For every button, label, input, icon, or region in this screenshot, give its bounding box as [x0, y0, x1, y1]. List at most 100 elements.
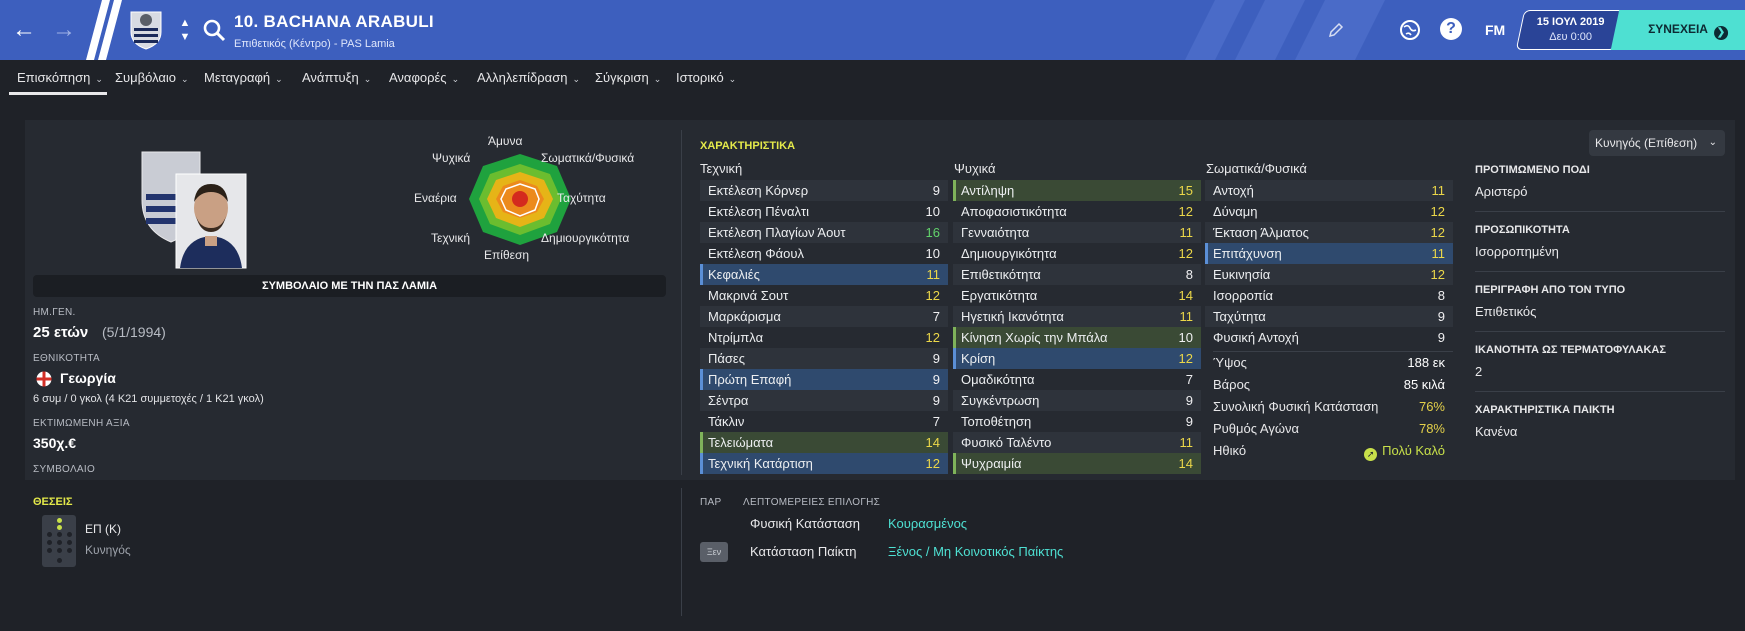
technical-attribute-row[interactable]: Εκτέλεση Πέναλτι 10	[700, 201, 948, 222]
attribute-name: Τεχνική Κατάρτιση	[708, 456, 813, 471]
prev-next-player-arrows[interactable]: ▲ ▼	[178, 16, 192, 46]
personality-label: ΠΡΟΣΩΠΙΚΟΤΗΤΑ	[1475, 224, 1570, 236]
radar-label-physical: Σωματικά/Φυσικά	[541, 151, 635, 165]
mental-attribute-row[interactable]: Αντίληψη 15	[953, 180, 1201, 201]
mental-attribute-row[interactable]: Κρίση 12	[953, 348, 1201, 369]
tab-contract[interactable]: Συμβόλαιο ⌄	[115, 70, 189, 85]
date-display[interactable]: 15 ΙΟΥΛ 2019 Δευ 0:00	[1515, 10, 1625, 50]
attribute-value: 9	[1437, 309, 1445, 324]
mental-attribute-row[interactable]: Ψυχραιμία 14	[953, 453, 1201, 474]
tab-transfer[interactable]: Μεταγραφή ⌄	[204, 70, 283, 85]
mental-attribute-row[interactable]: Εργατικότητα 14	[953, 285, 1201, 306]
physical-attribute-row[interactable]: Ισορροπία 8	[1205, 285, 1453, 306]
attribute-value: 12	[1178, 351, 1193, 366]
nationality-value[interactable]: Γεωργία	[60, 370, 116, 386]
attribute-value: 12	[925, 330, 940, 345]
attribute-name: Εκτέλεση Κόρνερ	[708, 183, 809, 198]
attribute-value: 12	[1430, 204, 1445, 219]
physical-attribute-row[interactable]: Ταχύτητα 9	[1205, 306, 1453, 327]
forward-arrow-icon[interactable]: →	[50, 16, 78, 44]
technical-attribute-row[interactable]: Πρώτη Επαφή 9	[700, 369, 948, 390]
physical-attribute-row[interactable]: Έκταση Άλματος 12	[1205, 222, 1453, 243]
technical-attribute-row[interactable]: Σέντρα 9	[700, 390, 948, 411]
tab-interaction[interactable]: Αλληλεπίδραση ⌄	[477, 70, 580, 85]
attribute-name: Ψυχραιμία	[961, 456, 1022, 471]
physical-attribute-row[interactable]: Ευκινησία 12	[1205, 264, 1453, 285]
fitness-label: Συνολική Φυσική Κατάσταση	[1213, 399, 1379, 414]
weight-row: Βάρος 85 κιλά	[1205, 374, 1453, 396]
mental-attribute-row[interactable]: Τοποθέτηση 9	[953, 411, 1201, 432]
search-icon[interactable]	[202, 18, 226, 42]
attribute-value: 12	[1178, 246, 1193, 261]
technical-attribute-row[interactable]: Πάσες 9	[700, 348, 948, 369]
mental-attribute-row[interactable]: Ηγετική Ικανότητα 11	[953, 306, 1201, 327]
nationality-label: ΕΘΝΙΚΟΤΗΤΑ	[33, 353, 100, 364]
sharpness-value: 78%	[1418, 421, 1445, 436]
mental-attribute-row[interactable]: Δημιουργικότητα 12	[953, 243, 1201, 264]
attribute-value: 11	[1179, 225, 1194, 240]
contract-label: ΣΥΜΒΟΛΑΙΟ	[33, 464, 96, 475]
technical-attribute-row[interactable]: Εκτέλεση Φάουλ 10	[700, 243, 948, 264]
mental-attribute-row[interactable]: Επιθετικότητα 8	[953, 264, 1201, 285]
divider	[681, 130, 682, 475]
tab-development[interactable]: Ανάπτυξη ⌄	[302, 70, 371, 85]
technical-attribute-row[interactable]: Μαρκάρισμα 7	[700, 306, 948, 327]
position-pitch-icon[interactable]	[42, 515, 76, 567]
chevron-down-icon: ⌄	[653, 74, 662, 84]
attribute-value: 12	[925, 456, 940, 471]
technical-attribute-row[interactable]: Κεφαλιές 11	[700, 264, 948, 285]
condition-label: Φυσική Κατάσταση	[750, 516, 860, 531]
morale-row[interactable]: Ηθικό ➚ Πολύ Καλό	[1205, 440, 1453, 462]
physical-attribute-row[interactable]: Φυσική Αντοχή 9	[1205, 327, 1453, 348]
technical-attribute-row[interactable]: Εκτέλεση Πλαγίων Άουτ 16	[700, 222, 948, 243]
player-age: 25 ετών	[33, 324, 89, 341]
selection-col-par: ΠΑΡ	[700, 497, 722, 508]
globe-icon[interactable]	[1398, 18, 1422, 42]
attribute-value: 11	[1179, 435, 1194, 450]
technical-attribute-row[interactable]: Τάκλιν 7	[700, 411, 948, 432]
technical-attribute-row[interactable]: Τεχνική Κατάρτιση 12	[700, 453, 948, 474]
radar-label-aerial: Εναέρια	[414, 191, 457, 205]
pencil-icon[interactable]	[1328, 22, 1344, 38]
technical-attribute-row[interactable]: Τελειώματα 14	[700, 432, 948, 453]
attribute-value: 12	[925, 288, 940, 303]
technical-attribute-row[interactable]: Ντρίμπλα 12	[700, 327, 948, 348]
mental-attribute-row[interactable]: Ομαδικότητα 7	[953, 369, 1201, 390]
tab-overview[interactable]: Επισκόπηση ⌄	[17, 70, 103, 85]
physical-attribute-row[interactable]: Επιτάχυνση 11	[1205, 243, 1453, 264]
fm-logo[interactable]: FM	[1485, 22, 1505, 38]
mental-attribute-row[interactable]: Κίνηση Χωρίς την Μπάλα 10	[953, 327, 1201, 348]
mental-attribute-row[interactable]: Φυσικό Ταλέντο 11	[953, 432, 1201, 453]
player-position-club[interactable]: Επιθετικός (Κέντρο) - PAS Lamia	[234, 38, 395, 50]
continue-button[interactable]: ΣΥΝΕΧΕΙΑ ❯	[1610, 10, 1745, 50]
attribute-name: Ευκινησία	[1213, 267, 1271, 282]
status-value[interactable]: Ξένος / Μη Κοινοτικός Παίκτης	[888, 544, 1063, 559]
help-icon[interactable]: ?	[1440, 18, 1462, 40]
attribute-value: 10	[925, 204, 940, 219]
mental-attributes-list: Αντίληψη 15 Αποφασιστικότητα 12 Γενναιότητα 1…	[953, 180, 1201, 474]
back-arrow-icon[interactable]: ←	[10, 16, 38, 44]
player-photo[interactable]	[140, 150, 250, 270]
technical-attribute-row[interactable]: Εκτέλεση Κόρνερ 9	[700, 180, 948, 201]
international-caps: 6 συμ / 0 γκολ (4 K21 συμμετοχές / 1 K21…	[33, 393, 264, 405]
physical-attribute-row[interactable]: Δύναμη 12	[1205, 201, 1453, 222]
attribute-value: 11	[1179, 309, 1194, 324]
tab-label: Σύγκριση	[595, 70, 649, 85]
radar-label-speed: Ταχύτητα	[557, 191, 606, 205]
divider	[1475, 391, 1725, 392]
mental-attribute-row[interactable]: Γενναιότητα 11	[953, 222, 1201, 243]
club-crest-icon[interactable]	[128, 10, 164, 50]
technical-attribute-row[interactable]: Μακρινά Σουτ 12	[700, 285, 948, 306]
mental-attribute-row[interactable]: Συγκέντρωση 9	[953, 390, 1201, 411]
mental-attribute-row[interactable]: Αποφασιστικότητα 12	[953, 201, 1201, 222]
physical-attribute-row[interactable]: Αντοχή 11	[1205, 180, 1453, 201]
contract-banner: ΣΥΜΒΟΛΑΙΟ ΜΕ ΤΗΝ ΠΑΣ ΛΑΜΙΑ	[33, 275, 666, 297]
tab-history[interactable]: Ιστορικό ⌄	[676, 70, 736, 85]
condition-value[interactable]: Κουρασμένος	[888, 516, 967, 531]
weight-value: 85 κιλά	[1403, 377, 1445, 392]
tab-comparison[interactable]: Σύγκριση ⌄	[595, 70, 661, 85]
attribute-name: Συγκέντρωση	[961, 393, 1040, 408]
position-role: Κυνηγός	[85, 543, 131, 557]
role-dropdown[interactable]: Κυνηγός (Επίθεση) ⌄	[1589, 130, 1725, 156]
tab-reports[interactable]: Αναφορές ⌄	[389, 70, 459, 85]
